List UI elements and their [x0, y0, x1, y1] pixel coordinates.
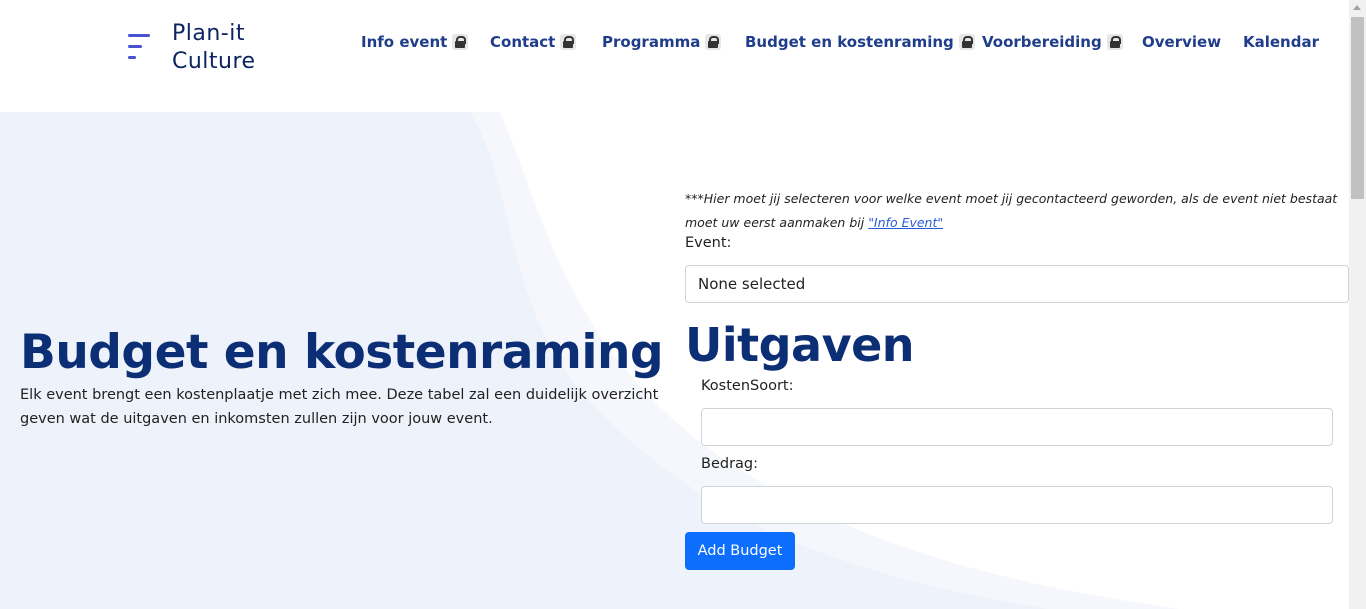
vertical-scrollbar[interactable]: [1349, 0, 1366, 609]
nav-item-voorbereiding[interactable]: Voorbereiding: [982, 30, 1123, 54]
brand-name: Plan-it Culture: [172, 20, 256, 76]
nav-item-overview[interactable]: Overview: [1142, 30, 1221, 54]
nav-item-label: Programma: [602, 33, 701, 51]
scroll-thumb[interactable]: [1351, 17, 1364, 199]
add-budget-button[interactable]: Add Budget: [685, 532, 795, 570]
section-title-uitgaven: Uitgaven: [685, 318, 915, 372]
nav-item-programma[interactable]: Programma: [602, 30, 722, 54]
scroll-up-arrow-icon[interactable]: [1353, 5, 1361, 10]
lock-icon: [452, 34, 469, 50]
nav-item-label: Info event: [361, 33, 448, 51]
lock-icon: [1106, 34, 1123, 50]
event-label: Event:: [685, 235, 732, 251]
lock-icon: [958, 34, 975, 50]
nav-item-budget[interactable]: Budget en kostenraming: [745, 30, 975, 54]
nav-item-label: Budget en kostenraming: [745, 33, 954, 51]
nav-item-kalendar[interactable]: Kalendar: [1243, 30, 1319, 54]
kostensoort-label: KostenSoort:: [701, 378, 794, 394]
site-header: Plan-it Culture Info event Contact Progr…: [0, 0, 1349, 112]
bedrag-label: Bedrag:: [701, 456, 759, 472]
note-text: ***Hier moet jij selecteren voor welke e…: [685, 191, 1338, 230]
brand-line-1: Plan-it: [172, 21, 245, 46]
page-description: Elk event brengt een kostenplaatje met z…: [20, 387, 659, 427]
nav-item-label: Kalendar: [1243, 33, 1319, 51]
nav-item-label: Overview: [1142, 33, 1222, 51]
nav-item-contact[interactable]: Contact: [490, 30, 577, 54]
nav-item-label: Voorbereiding: [982, 33, 1102, 51]
menu-lines-icon: [128, 34, 150, 62]
page-title: Budget en kostenraming: [20, 325, 664, 380]
lock-icon: [705, 34, 722, 50]
nav-item-info-event[interactable]: Info event: [361, 30, 469, 54]
bedrag-input[interactable]: [701, 486, 1333, 524]
nav-item-label: Contact: [490, 33, 556, 51]
brand-logo[interactable]: Plan-it Culture: [128, 20, 256, 76]
lock-icon: [560, 34, 577, 50]
info-event-link[interactable]: "Info Event": [868, 215, 943, 230]
event-select-note: ***Hier moet jij selecteren voor welke e…: [685, 187, 1345, 235]
event-select[interactable]: None selected: [685, 265, 1349, 303]
kostensoort-input[interactable]: [701, 408, 1333, 446]
brand-line-2: Culture: [172, 49, 256, 74]
